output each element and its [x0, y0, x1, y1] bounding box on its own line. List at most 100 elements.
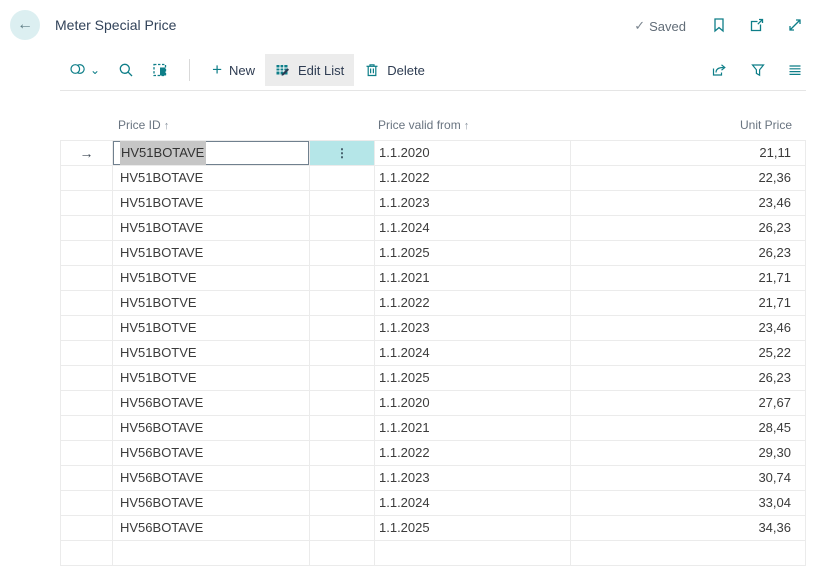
- analyze-button[interactable]: [143, 54, 177, 86]
- price-valid-from-cell[interactable]: [375, 541, 571, 566]
- price-id-cell[interactable]: HV51BOTVE: [113, 316, 310, 341]
- unit-price-cell[interactable]: 29,30: [571, 441, 806, 466]
- price-id-cell[interactable]: HV51BOTVE: [113, 341, 310, 366]
- delete-button[interactable]: Delete: [354, 54, 435, 86]
- column-header-price-id[interactable]: Price ID↑: [118, 118, 169, 132]
- price-valid-from-cell[interactable]: 1.1.2021: [375, 266, 571, 291]
- price-id-cell[interactable]: HV56BOTAVE: [113, 416, 310, 441]
- price-id-cell[interactable]: HV51BOTVE: [113, 366, 310, 391]
- unit-price-cell[interactable]: 26,23: [571, 366, 806, 391]
- table-row[interactable]: HV51BOTAVE 1.1.2023 23,46: [60, 191, 806, 216]
- row-menu-cell[interactable]: [310, 466, 375, 491]
- unit-price-cell[interactable]: 28,45: [571, 416, 806, 441]
- table-row[interactable]: HV51BOTAVE 1.1.2022 22,36: [60, 166, 806, 191]
- unit-price-cell[interactable]: 27,67: [571, 391, 806, 416]
- price-id-cell[interactable]: HV56BOTAVE: [113, 391, 310, 416]
- price-id-cell[interactable]: HV56BOTAVE: [113, 491, 310, 516]
- row-menu-cell[interactable]: [310, 216, 375, 241]
- unit-price-cell[interactable]: 21,71: [571, 266, 806, 291]
- table-row[interactable]: HV51BOTAVE 1.1.2025 26,23: [60, 241, 806, 266]
- table-row[interactable]: HV56BOTAVE 1.1.2022 29,30: [60, 441, 806, 466]
- table-row[interactable]: HV56BOTAVE 1.1.2023 30,74: [60, 466, 806, 491]
- open-in-new-window-icon[interactable]: [749, 17, 765, 33]
- table-row[interactable]: HV51BOTAVE 1.1.2024 26,23: [60, 216, 806, 241]
- row-menu-cell[interactable]: [310, 291, 375, 316]
- table-row[interactable]: HV56BOTAVE 1.1.2024 33,04: [60, 491, 806, 516]
- price-id-cell[interactable]: HV51BOTAVE: [113, 166, 310, 191]
- price-valid-from-cell[interactable]: 1.1.2023: [375, 316, 571, 341]
- edit-list-button[interactable]: Edit List: [265, 54, 354, 86]
- price-id-cell[interactable]: HV56BOTAVE: [113, 466, 310, 491]
- table-row[interactable]: HV51BOTVE 1.1.2025 26,23: [60, 366, 806, 391]
- price-id-cell[interactable]: HV56BOTAVE: [113, 516, 310, 541]
- row-menu-cell[interactable]: [310, 391, 375, 416]
- unit-price-cell[interactable]: 30,74: [571, 466, 806, 491]
- row-menu-cell[interactable]: [310, 491, 375, 516]
- unit-price-cell[interactable]: 21,71: [571, 291, 806, 316]
- row-menu-cell[interactable]: [310, 516, 375, 541]
- price-id-cell[interactable]: HV51BOTAVE: [113, 141, 310, 166]
- unit-price-cell[interactable]: 25,22: [571, 341, 806, 366]
- table-row[interactable]: HV56BOTAVE 1.1.2020 27,67: [60, 391, 806, 416]
- table-row[interactable]: HV56BOTAVE 1.1.2025 34,36: [60, 516, 806, 541]
- price-valid-from-cell[interactable]: 1.1.2020: [375, 391, 571, 416]
- table-row[interactable]: HV51BOTVE 1.1.2022 21,71: [60, 291, 806, 316]
- table-row[interactable]: HV51BOTVE 1.1.2023 23,46: [60, 316, 806, 341]
- price-id-edit-input[interactable]: HV51BOTAVE: [113, 141, 309, 165]
- price-id-cell[interactable]: HV51BOTAVE: [113, 191, 310, 216]
- bookmark-icon[interactable]: [711, 17, 727, 33]
- unit-price-cell[interactable]: 21,11: [571, 141, 806, 166]
- price-id-cell[interactable]: HV56BOTAVE: [113, 441, 310, 466]
- price-id-cell[interactable]: HV51BOTVE: [113, 266, 310, 291]
- price-valid-from-cell[interactable]: 1.1.2025: [375, 366, 571, 391]
- new-button[interactable]: + New: [202, 55, 265, 86]
- price-valid-from-cell[interactable]: 1.1.2022: [375, 166, 571, 191]
- table-row-empty[interactable]: [60, 541, 806, 566]
- price-valid-from-cell[interactable]: 1.1.2024: [375, 216, 571, 241]
- row-menu-cell[interactable]: ⋮: [310, 141, 375, 166]
- price-valid-from-cell[interactable]: 1.1.2023: [375, 466, 571, 491]
- unit-price-cell[interactable]: 22,36: [571, 166, 806, 191]
- share-icon[interactable]: [711, 62, 729, 78]
- row-menu-cell[interactable]: [310, 166, 375, 191]
- price-id-cell[interactable]: [113, 541, 310, 566]
- price-valid-from-cell[interactable]: 1.1.2022: [375, 291, 571, 316]
- price-valid-from-cell[interactable]: 1.1.2020: [375, 141, 571, 166]
- expand-icon[interactable]: [787, 17, 803, 33]
- price-valid-from-cell[interactable]: 1.1.2021: [375, 416, 571, 441]
- unit-price-cell[interactable]: 33,04: [571, 491, 806, 516]
- price-valid-from-cell[interactable]: 1.1.2024: [375, 491, 571, 516]
- views-button[interactable]: ⌄: [60, 54, 109, 86]
- price-id-cell[interactable]: HV51BOTAVE: [113, 241, 310, 266]
- price-valid-from-cell[interactable]: 1.1.2023: [375, 191, 571, 216]
- filter-icon[interactable]: [750, 62, 766, 78]
- table-row[interactable]: HV56BOTAVE 1.1.2021 28,45: [60, 416, 806, 441]
- search-button[interactable]: [109, 54, 143, 86]
- unit-price-cell[interactable]: [571, 541, 806, 566]
- price-valid-from-cell[interactable]: 1.1.2025: [375, 516, 571, 541]
- row-menu-cell[interactable]: [310, 366, 375, 391]
- price-valid-from-cell[interactable]: 1.1.2025: [375, 241, 571, 266]
- row-menu-cell[interactable]: [310, 341, 375, 366]
- table-row[interactable]: HV51BOTVE 1.1.2024 25,22: [60, 341, 806, 366]
- row-menu-cell[interactable]: [310, 541, 375, 566]
- table-row[interactable]: HV51BOTVE 1.1.2021 21,71: [60, 266, 806, 291]
- unit-price-cell[interactable]: 23,46: [571, 316, 806, 341]
- options-menu-icon[interactable]: [787, 62, 803, 78]
- unit-price-cell[interactable]: 26,23: [571, 216, 806, 241]
- price-id-cell[interactable]: HV51BOTVE: [113, 291, 310, 316]
- row-menu-cell[interactable]: [310, 416, 375, 441]
- unit-price-cell[interactable]: 23,46: [571, 191, 806, 216]
- table-row[interactable]: → HV51BOTAVE ⋮ 1.1.2020 21,11: [60, 141, 806, 166]
- column-header-unit-price[interactable]: Unit Price: [740, 118, 792, 132]
- unit-price-cell[interactable]: 26,23: [571, 241, 806, 266]
- price-valid-from-cell[interactable]: 1.1.2022: [375, 441, 571, 466]
- unit-price-cell[interactable]: 34,36: [571, 516, 806, 541]
- column-header-price-valid-from[interactable]: Price valid from↑: [378, 118, 469, 132]
- row-menu-cell[interactable]: [310, 241, 375, 266]
- row-menu-cell[interactable]: [310, 191, 375, 216]
- back-button[interactable]: ←: [10, 10, 40, 40]
- price-id-cell[interactable]: HV51BOTAVE: [113, 216, 310, 241]
- price-valid-from-cell[interactable]: 1.1.2024: [375, 341, 571, 366]
- row-menu-cell[interactable]: [310, 316, 375, 341]
